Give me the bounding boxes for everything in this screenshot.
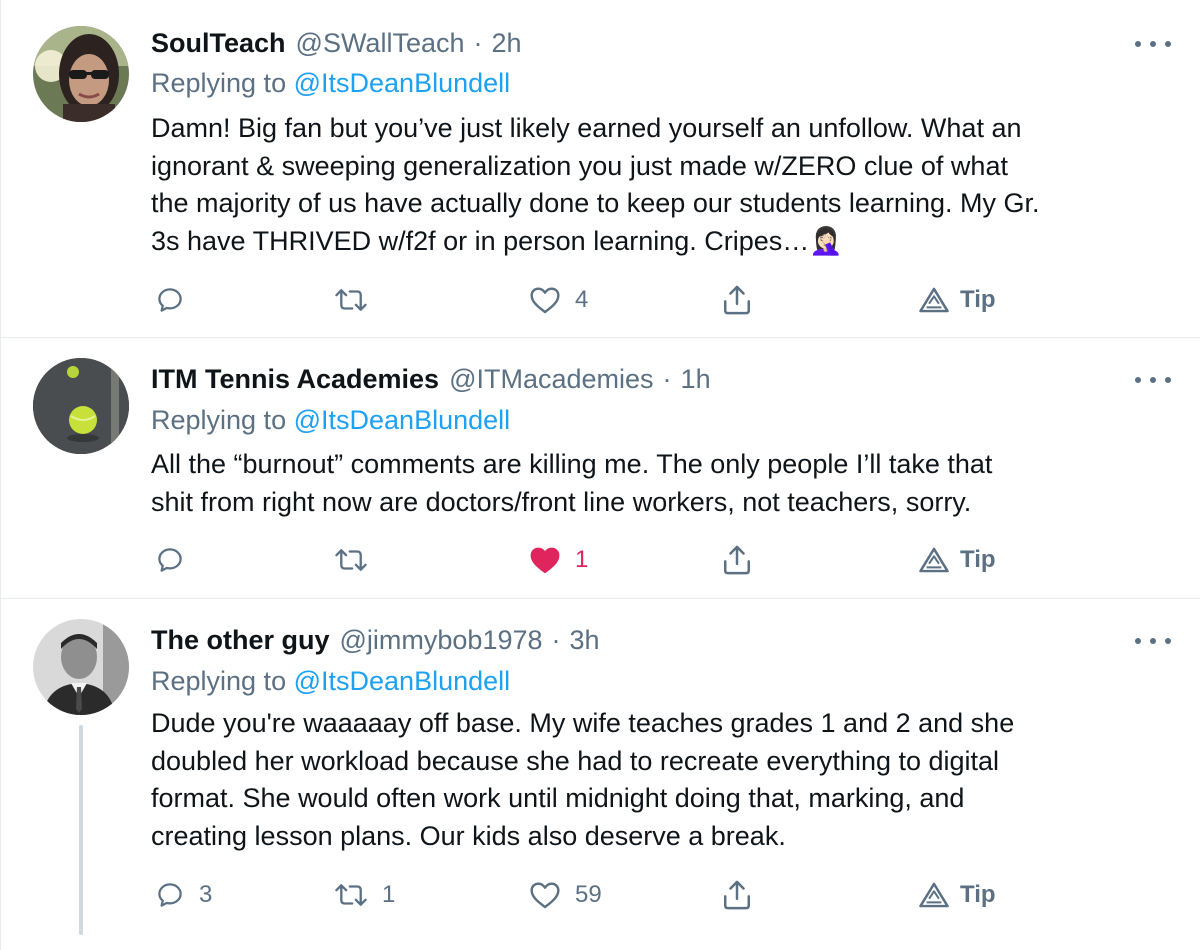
share-button[interactable] [721,875,753,915]
display-name[interactable]: The other guy [151,625,330,656]
replying-prefix: Replying to [151,405,287,435]
avatar[interactable] [33,619,129,715]
tip-icon [919,882,949,908]
display-name[interactable]: SoulTeach [151,28,286,59]
tweet-text: Dude you're waaaaay off base. My wife te… [151,705,1161,855]
like-button[interactable]: 4 [529,280,588,320]
reply-icon [158,548,182,572]
heart-filled-icon [530,547,560,574]
tweet-text-line: format. She would often work until midni… [151,783,965,813]
share-icon [723,545,751,575]
share-icon [723,285,751,315]
tip-label: Tip [960,286,996,313]
tweet-card[interactable]: The other guy @jimmybob1978 · 3h Replyin… [1,599,1200,950]
tweet-text-line: doubled her workload because she had to … [151,745,1000,776]
tip-icon [919,287,949,313]
timestamp[interactable]: 2h [492,28,522,59]
user-handle[interactable]: @jimmybob1978 [340,625,543,656]
man-in-suit-avatar [33,619,129,715]
tweet-text-line: the majority of us have actually done to… [151,188,1040,218]
tweet-text: Damn! Big fan but you’ve just likely ear… [151,110,1161,260]
tweet-text-line: ignorant & sweeping generalization you j… [151,150,1008,181]
like-button[interactable]: 59 [529,875,602,915]
like-button[interactable]: 1 [529,540,588,580]
retweet-icon [335,289,367,311]
heart-icon [530,882,560,909]
mention-link[interactable]: @ItsDeanBlundell [294,68,511,98]
timestamp[interactable]: 1h [681,364,711,395]
sunglasses-woman-avatar [33,26,129,122]
thread-connector-line [79,725,83,935]
replying-to: Replying to @ItsDeanBlundell [151,68,510,99]
tweet-header: ITM Tennis Academies @ITMacademies · 1h [151,359,711,399]
more-options-icon[interactable] [1135,374,1171,386]
user-handle[interactable]: @SWallTeach [296,28,465,59]
tip-label: Tip [960,881,996,908]
tweet-text-line: creating lesson plans. Our kids also des… [151,820,786,851]
like-count: 4 [575,286,589,313]
user-handle[interactable]: @ITMacademies [449,364,653,395]
tip-icon [919,547,949,573]
reply-button[interactable] [155,540,199,580]
timestamp[interactable]: 3h [570,625,600,656]
retweet-count: 1 [382,881,396,908]
reply-count: 3 [199,881,213,908]
heart-icon [530,287,560,314]
retweet-button[interactable] [334,280,382,320]
reply-icon [158,288,182,312]
tweet-text-line: All the “burnout” comments are killing m… [151,449,993,479]
tip-button[interactable]: Tip [918,280,996,320]
more-options-icon[interactable] [1135,635,1171,647]
tweet-header: SoulTeach @SWallTeach · 2h [151,23,522,63]
tweet-text-line: Dude you're waaaaay off base. My wife te… [151,708,1015,738]
tip-button[interactable]: Tip [918,540,996,580]
like-count: 1 [575,546,589,573]
more-options-icon[interactable] [1135,38,1171,50]
mention-link[interactable]: @ItsDeanBlundell [294,405,511,435]
retweet-icon [335,549,367,571]
tip-label: Tip [960,546,996,573]
like-count: 59 [575,881,602,908]
separator-dot: · [551,624,561,655]
replying-prefix: Replying to [151,666,287,696]
mention-link[interactable]: @ItsDeanBlundell [294,666,511,696]
tennis-ball-avatar [33,358,129,454]
tweet-header: The other guy @jimmybob1978 · 3h [151,620,600,660]
avatar[interactable] [33,26,129,122]
share-button[interactable] [721,280,753,320]
replying-to: Replying to @ItsDeanBlundell [151,666,510,697]
avatar[interactable] [33,358,129,454]
tweet-card[interactable]: ITM Tennis Academies @ITMacademies · 1h … [1,338,1200,599]
reply-icon [158,883,182,907]
replying-to: Replying to @ItsDeanBlundell [151,405,510,436]
tip-button[interactable]: Tip [918,875,996,915]
tweet-text-line: 3s have THRIVED w/f2f or in person learn… [151,225,843,256]
separator-dot: · [662,363,672,394]
reply-feed: SoulTeach @SWallTeach · 2h Replying to @… [0,0,1200,950]
tweet-card[interactable]: SoulTeach @SWallTeach · 2h Replying to @… [1,0,1200,338]
display-name[interactable]: ITM Tennis Academies [151,364,439,395]
tweet-text-line: shit from right now are doctors/front li… [151,486,972,517]
retweet-button[interactable]: 1 [334,875,395,915]
reply-button[interactable] [155,280,199,320]
retweet-icon [335,884,367,906]
separator-dot: · [473,27,483,58]
tweet-text-line: Damn! Big fan but you’ve just likely ear… [151,113,1022,143]
retweet-button[interactable] [334,540,382,580]
tweet-text: All the “burnout” comments are killing m… [151,446,1161,521]
share-icon [723,880,751,910]
replying-prefix: Replying to [151,68,287,98]
share-button[interactable] [721,540,753,580]
reply-button[interactable]: 3 [155,875,212,915]
